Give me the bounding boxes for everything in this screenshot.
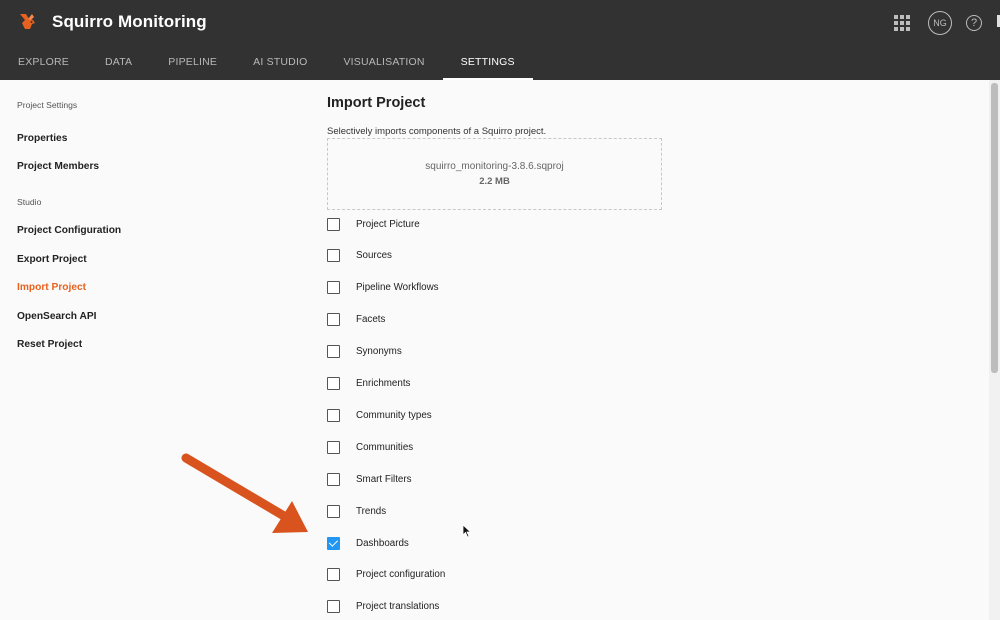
option-synonyms[interactable]: Synonyms bbox=[327, 344, 402, 360]
tab-ai-studio[interactable]: AI STUDIO bbox=[235, 47, 325, 80]
option-label: Facets bbox=[356, 314, 386, 326]
tab-pipeline[interactable]: PIPELINE bbox=[150, 47, 235, 80]
option-checkbox[interactable] bbox=[327, 600, 340, 614]
tab-settings[interactable]: SETTINGS bbox=[442, 47, 533, 80]
option-checkbox[interactable] bbox=[327, 568, 340, 582]
sidebar-section-project-settings: Project Settings bbox=[17, 100, 78, 110]
file-name: squirro_monitoring-3.8.6.sqproj bbox=[425, 161, 564, 172]
file-dropzone[interactable]: squirro_monitoring-3.8.6.sqproj 2.2 MB bbox=[327, 138, 662, 210]
option-label: Enrichments bbox=[356, 378, 411, 389]
option-label: Project configuration bbox=[356, 569, 446, 581]
file-size: 2.2 MB bbox=[479, 176, 510, 187]
option-label: Project Picture bbox=[356, 218, 420, 230]
option-community-types[interactable]: Community types bbox=[327, 407, 432, 423]
scrollbar[interactable] bbox=[989, 80, 1000, 620]
option-checkbox[interactable] bbox=[327, 345, 340, 359]
sidebar-section-studio: Studio bbox=[17, 197, 42, 207]
main-nav: EXPLORE DATA PIPELINE AI STUDIO VISUALISATIO… bbox=[0, 47, 533, 80]
option-project-configuration[interactable]: Project configuration bbox=[327, 567, 445, 583]
option-pipeline-workflows[interactable]: Pipeline Workflows bbox=[327, 280, 439, 296]
option-label: Project translations bbox=[356, 601, 440, 613]
option-label: Dashboards bbox=[356, 537, 409, 549]
tab-data[interactable]: DATA bbox=[87, 47, 150, 80]
option-smart-filters[interactable]: Smart Filters bbox=[327, 471, 412, 487]
app-title: Squirro Monitoring bbox=[52, 12, 207, 31]
sidebar-item-reset-project[interactable]: Reset Project bbox=[17, 339, 82, 350]
option-project-translations[interactable]: Project translations bbox=[327, 599, 439, 615]
option-enrichments[interactable]: Enrichments bbox=[327, 376, 410, 392]
option-label: Trends bbox=[356, 505, 387, 517]
sidebar-item-project-configuration[interactable]: Project Configuration bbox=[17, 225, 121, 236]
option-dashboards[interactable]: Dashboards bbox=[327, 535, 409, 551]
scrollbar-thumb[interactable] bbox=[991, 83, 998, 373]
sidebar-item-import-project[interactable]: Import Project bbox=[17, 282, 86, 293]
option-label: Smart Filters bbox=[356, 473, 412, 485]
option-sources[interactable]: Sources bbox=[327, 248, 392, 264]
option-checkbox[interactable] bbox=[327, 440, 340, 454]
option-checkbox[interactable] bbox=[327, 472, 340, 486]
option-label: Synonyms bbox=[356, 346, 402, 358]
tab-visualisation[interactable]: VISUALISATION bbox=[325, 47, 442, 80]
option-checkbox[interactable] bbox=[327, 249, 340, 263]
sidebar-item-export-project[interactable]: Export Project bbox=[17, 254, 87, 265]
option-checkbox[interactable] bbox=[327, 408, 340, 422]
option-label: Sources bbox=[356, 250, 392, 262]
sidebar-item-opensearch-api[interactable]: OpenSearch API bbox=[17, 311, 96, 322]
top-bar: Squirro Monitoring NG ? EXPLORE DATA PIPEL… bbox=[0, 0, 1000, 80]
option-checkbox[interactable] bbox=[327, 313, 340, 327]
option-label: Pipeline Workflows bbox=[356, 282, 439, 294]
top-actions: NG ? bbox=[894, 11, 982, 35]
page-title: Import Project bbox=[327, 95, 426, 111]
tab-explore[interactable]: EXPLORE bbox=[0, 47, 87, 80]
option-checkbox[interactable] bbox=[327, 504, 340, 518]
user-avatar[interactable]: NG bbox=[928, 11, 952, 35]
option-checkbox[interactable] bbox=[327, 217, 340, 231]
option-checkbox[interactable] bbox=[327, 536, 340, 550]
option-facets[interactable]: Facets bbox=[327, 312, 385, 328]
option-trends[interactable]: Trends bbox=[327, 503, 386, 519]
page-description: Selectively imports components of a Squi… bbox=[327, 126, 547, 137]
help-icon[interactable]: ? bbox=[966, 15, 982, 31]
brand[interactable]: Squirro Monitoring bbox=[16, 10, 207, 34]
sidebar-item-project-members[interactable]: Project Members bbox=[17, 161, 99, 172]
option-label: Communities bbox=[356, 441, 414, 453]
squirrel-logo-icon bbox=[20, 14, 35, 29]
option-project-picture[interactable]: Project Picture bbox=[327, 216, 420, 232]
apps-grid-icon[interactable] bbox=[894, 15, 910, 31]
sidebar-item-properties[interactable]: Properties bbox=[17, 133, 67, 144]
mouse-cursor-icon bbox=[462, 524, 472, 538]
option-communities[interactable]: Communities bbox=[327, 439, 413, 455]
option-checkbox[interactable] bbox=[327, 281, 340, 295]
pointer-arrow-icon bbox=[181, 453, 308, 533]
option-checkbox[interactable] bbox=[327, 377, 340, 390]
option-label: Community types bbox=[356, 409, 432, 421]
